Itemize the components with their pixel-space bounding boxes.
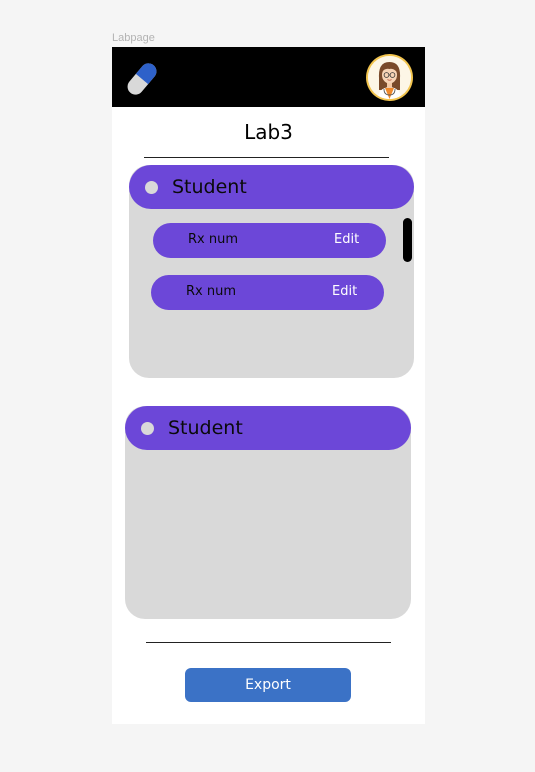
phone-screen: Lab3 Student Rx num Edit Rx num Edit Stu… [112,47,425,724]
rx-row[interactable]: Rx num Edit [151,275,384,310]
student-card-header[interactable]: Student [125,406,411,450]
doctor-avatar-icon[interactable] [368,56,411,99]
radio-dot-icon[interactable] [141,421,154,435]
export-button[interactable]: Export [185,668,351,702]
student-card-header[interactable]: Student [129,165,414,209]
page-title: Lab3 [244,120,293,144]
rx-label: Rx num [186,284,237,299]
edit-button[interactable]: Edit [332,284,357,299]
edit-button[interactable]: Edit [334,232,359,247]
divider [146,642,391,643]
rx-label: Rx num [188,232,239,247]
radio-dot-icon[interactable] [145,180,158,194]
student-card: Student Rx num Edit Rx num Edit [129,165,414,378]
frame-label: Labpage [112,32,155,44]
scrollbar-thumb[interactable] [403,218,412,262]
pill-icon[interactable] [122,59,162,99]
student-label: Student [168,417,243,439]
divider [144,157,389,158]
student-card: Student [125,406,411,619]
student-label: Student [172,176,247,198]
top-bar [112,47,425,107]
rx-row[interactable]: Rx num Edit [153,223,386,258]
